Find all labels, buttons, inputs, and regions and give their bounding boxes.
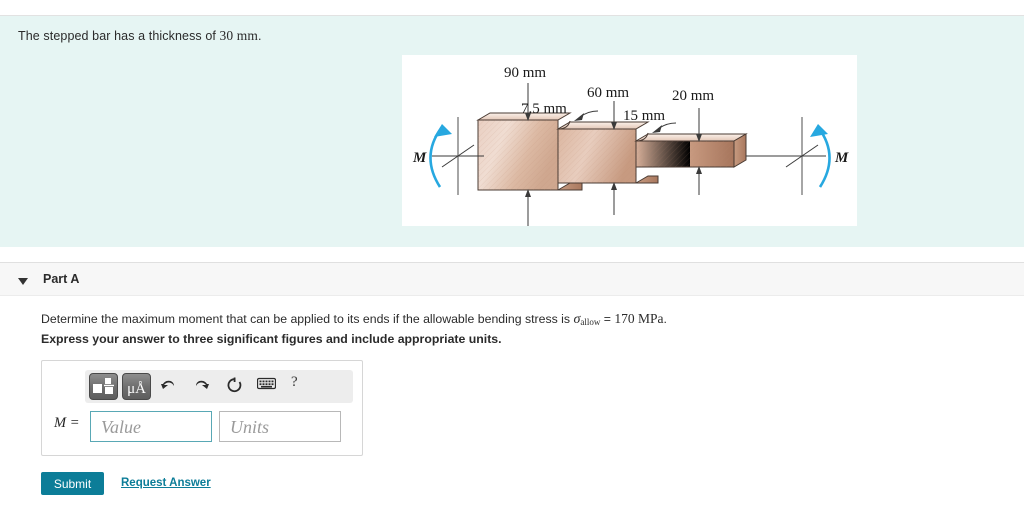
right-moment-arrowhead [810, 124, 828, 137]
stress-value: 170 MPa [614, 311, 664, 326]
request-answer-link[interactable]: Request Answer [121, 477, 211, 489]
right-moment-arc [816, 126, 831, 188]
dim-label-20: 20 mm [672, 88, 715, 104]
chevron-down-icon[interactable] [16, 274, 30, 288]
question-prefix: Determine the maximum moment that can be… [41, 312, 574, 326]
stepped-bar-figure: M M 90 mm 60 mm 7.5 mm 20 mm 15 mm [402, 55, 857, 226]
left-moment-label: M [412, 150, 427, 166]
template-icon[interactable] [89, 373, 118, 400]
answer-toolbar: μÅ ? [85, 370, 353, 403]
dim-label-7-5: 7.5 mm [521, 101, 567, 117]
question-text: Determine the maximum moment that can be… [41, 311, 667, 328]
question-equals: = [600, 312, 615, 326]
units-icon[interactable]: μÅ [122, 373, 151, 400]
answer-entry-box: μÅ ? M = Value Units [41, 360, 363, 456]
redo-icon[interactable] [193, 377, 210, 399]
problem-statement-panel: The stepped bar has a thickness of 30 mm… [0, 15, 1024, 247]
part-a-header[interactable]: Part A [0, 262, 1024, 296]
value-input[interactable] [90, 411, 212, 442]
question-suffix: . [663, 312, 667, 326]
bar-top-face-thin [634, 133, 748, 142]
part-a-title: Part A [43, 272, 80, 286]
dim-label-60: 60 mm [587, 85, 630, 101]
problem-statement-prefix: The stepped bar has a thickness of [18, 29, 220, 43]
instruction-text: Express your answer to three significant… [41, 332, 502, 346]
bar-notch-lower-right [634, 175, 659, 184]
submit-button[interactable]: Submit [41, 472, 104, 495]
svg-text:μÅ: μÅ [127, 381, 146, 397]
right-moment-label: M [834, 150, 849, 166]
undo-icon[interactable] [160, 377, 177, 399]
keyboard-icon[interactable] [256, 377, 277, 395]
sigma-subscript: allow [580, 317, 601, 327]
problem-statement-suffix: . [257, 29, 262, 43]
help-icon[interactable]: ? [291, 374, 298, 391]
left-moment-arrowhead [434, 124, 452, 137]
dim-label-90: 90 mm [504, 65, 547, 81]
reset-icon[interactable] [226, 377, 243, 399]
problem-thickness-value: 30 mm [219, 28, 258, 43]
bar-notch-lower [556, 182, 583, 191]
answer-variable-label: M = [54, 415, 80, 431]
problem-statement-text: The stepped bar has a thickness of 30 mm… [18, 28, 262, 44]
units-input[interactable] [219, 411, 341, 442]
dim-label-15: 15 mm [623, 108, 666, 124]
